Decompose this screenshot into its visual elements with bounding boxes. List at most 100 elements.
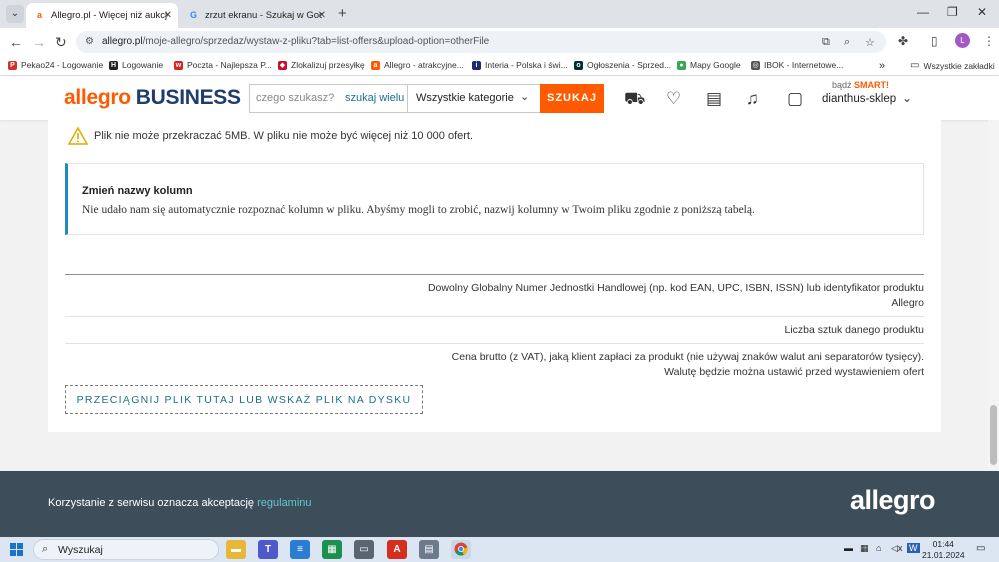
notifications-icon[interactable]: ▭: [976, 543, 985, 554]
bookmark-label: Zlokalizuj przesyłkę: [291, 60, 365, 70]
table-row: Cena brutto (z VAT), jaką klient zapłaci…: [65, 343, 924, 385]
terms-link[interactable]: regulaminu: [257, 497, 311, 509]
allegro-icon: a: [371, 60, 380, 70]
bookmark-interia[interactable]: i Interia - Polska i świ...: [472, 60, 568, 70]
taskbar-search[interactable]: ⌕ Wyszukaj: [33, 539, 219, 560]
site-settings-icon[interactable]: ⚙: [85, 36, 94, 47]
footer-allegro-logo[interactable]: allegro: [850, 485, 936, 516]
interia-icon: i: [472, 60, 481, 70]
bookmark-label: Allegro - atrakcyjne...: [384, 60, 464, 70]
logo-allegro: allegro: [64, 86, 131, 109]
minimize-icon[interactable]: —: [917, 5, 929, 19]
file-explorer-icon[interactable]: ▬: [226, 540, 246, 559]
color-app-icon[interactable]: ▦: [860, 543, 869, 554]
description-line: Dowolny Globalny Numer Jednostki Handlow…: [427, 282, 924, 294]
search-input[interactable]: czego szukasz?: [256, 92, 334, 104]
url-path: /moje-allegro/sprzedaz/wystaw-z-pliku?ta…: [142, 36, 490, 47]
notice-title: Zmień nazwy kolumn: [82, 185, 193, 197]
install-app-icon[interactable]: ⧉: [822, 36, 830, 49]
package-icon: ◆: [278, 60, 287, 70]
smart-promo[interactable]: bądź SMART!: [832, 80, 889, 90]
column-description: Dowolny Globalny Numer Jednostki Handlow…: [65, 275, 924, 316]
bookmark-label: Ogłoszenia - Sprzed...: [587, 60, 672, 70]
bookmark-pekao[interactable]: P Pekao24 - Logowanie: [8, 60, 103, 70]
search-button[interactable]: SZUKAJ: [540, 84, 604, 113]
file-drop-zone-button[interactable]: PRZECIĄGNIJ PLIK TUTAJ LUB WSKAŻ PLIK NA…: [65, 385, 423, 414]
description-line: Walutę będzie można ustawić przed wystaw…: [664, 366, 924, 378]
bookmark-star-icon[interactable]: ☆: [865, 36, 875, 49]
extensions-puzzle-icon[interactable]: ✤: [898, 34, 908, 48]
bookmark-zlokalizuj[interactable]: ◆ Zlokalizuj przesyłkę: [278, 60, 365, 70]
close-tab-icon[interactable]: ✕: [164, 10, 172, 21]
new-tab-button[interactable]: +: [338, 5, 347, 22]
side-panel-icon[interactable]: ▯: [931, 34, 938, 48]
pdf-reader-icon[interactable]: A: [387, 540, 407, 559]
close-window-icon[interactable]: ✕: [977, 5, 987, 19]
table-row: Dowolny Globalny Numer Jednostki Handlow…: [65, 274, 924, 316]
browser-tab-google[interactable]: G zrzut ekranu - Szukaj w Google ✕: [180, 3, 332, 28]
url-bar[interactable]: ⚙ allegro.pl/moje-allegro/sprzedaz/wysta…: [76, 31, 886, 53]
site-footer: Korzystanie z serwisu oznacza akceptację…: [0, 471, 999, 537]
allegro-business-logo[interactable]: allegro BUSINESS: [64, 86, 241, 110]
chevron-down-icon[interactable]: ⌄: [902, 91, 912, 105]
description-line: Allegro: [891, 297, 924, 309]
more-bookmarks-chevron-icon[interactable]: »: [879, 60, 885, 72]
poczta-icon: w: [174, 60, 183, 70]
back-arrow-icon[interactable]: ←: [9, 34, 23, 50]
column-description: Cena brutto (z VAT), jaką klient zapłaci…: [65, 344, 924, 385]
site-header: allegro BUSINESS czego szukasz? szukaj wi…: [0, 76, 999, 120]
terms-text: Korzystanie z serwisu oznacza akceptację: [48, 497, 255, 509]
user-account-menu[interactable]: dianthus-sklep: [822, 93, 896, 105]
globe-icon: ◎: [751, 60, 760, 70]
url-text[interactable]: allegro.pl/moje-allegro/sprzedaz/wystaw-…: [102, 36, 489, 47]
chrome-icon[interactable]: [451, 540, 471, 559]
column-description: Liczba sztuk danego produktu: [65, 317, 924, 343]
cart-bag-icon[interactable]: ▢: [787, 89, 803, 109]
bookmark-olx[interactable]: o Ogłoszenia - Sprzed...: [574, 60, 671, 70]
teams-icon[interactable]: T: [258, 540, 278, 559]
word-app-icon[interactable]: W: [907, 543, 920, 553]
bookmark-ibok[interactable]: ◎ IBOK - Internetowe...: [751, 60, 843, 70]
description-line: Liczba sztuk danego produktu: [784, 324, 924, 336]
scrollbar-thumb[interactable]: [990, 405, 997, 465]
taskbar-clock[interactable]: 01:44 21.01.2024: [922, 539, 965, 561]
browser-tab-allegro[interactable]: a Allegro.pl - Więcej niż aukcje. N ✕: [26, 3, 178, 28]
delivery-truck-icon[interactable]: ⛟: [624, 89, 645, 111]
olx-icon: o: [574, 60, 583, 70]
logo-business: BUSINESS: [135, 86, 241, 109]
bookmark-all[interactable]: ▭ Wszystkie zakładki: [910, 60, 995, 71]
menu-kebab-icon[interactable]: ⋮: [983, 34, 995, 48]
bookmark-poczta[interactable]: w Poczta - Najlepsza P...: [174, 60, 272, 70]
bookmark-allegro[interactable]: a Allegro - atrakcyjne...: [371, 60, 464, 70]
notepad-icon[interactable]: ≡: [290, 540, 310, 559]
windows-start-icon[interactable]: [10, 543, 23, 556]
volume-icon[interactable]: ◁x: [891, 543, 902, 554]
close-tab-icon[interactable]: ✕: [318, 10, 326, 21]
zoom-icon[interactable]: ⌕: [844, 36, 850, 49]
spreadsheet-icon[interactable]: ▦: [322, 540, 342, 559]
map-pin-icon: ●: [677, 60, 686, 70]
column-names-table: Dowolny Globalny Numer Jednostki Handlow…: [65, 274, 924, 385]
url-host: allegro.pl: [102, 36, 143, 47]
description-line: Cena brutto (z VAT), jaką klient zapłaci…: [451, 351, 924, 363]
battery-icon[interactable]: ▬: [844, 543, 853, 553]
category-select[interactable]: Wszystkie kategorie: [416, 92, 514, 104]
bell-icon[interactable]: ♫: [746, 89, 759, 109]
warning-text: Plik nie może przekraczać 5MB. W pliku n…: [94, 130, 474, 142]
profile-avatar[interactable]: L: [955, 33, 970, 48]
warning-triangle-icon: [68, 127, 88, 145]
messages-icon[interactable]: ▤: [706, 89, 722, 109]
search-many-link[interactable]: szukaj wielu: [345, 92, 404, 104]
car-app-icon[interactable]: ▭: [354, 540, 374, 559]
maximize-icon[interactable]: ❐: [947, 5, 958, 19]
calculator-icon[interactable]: ▤: [419, 540, 439, 559]
chevron-down-icon[interactable]: ⌄: [520, 90, 529, 103]
heart-icon[interactable]: ♡: [666, 89, 681, 109]
reload-icon[interactable]: ↻: [55, 34, 67, 51]
network-icon[interactable]: ⌂: [876, 543, 881, 553]
bookmark-logowanie[interactable]: H Logowanie: [109, 60, 163, 70]
bookmark-mapy[interactable]: ● Mapy Google: [677, 60, 741, 70]
tab-search-chevron-icon[interactable]: ⌄: [6, 5, 24, 23]
bookmark-label: Pekao24 - Logowanie: [21, 60, 104, 70]
forward-arrow-icon[interactable]: →: [32, 34, 46, 50]
